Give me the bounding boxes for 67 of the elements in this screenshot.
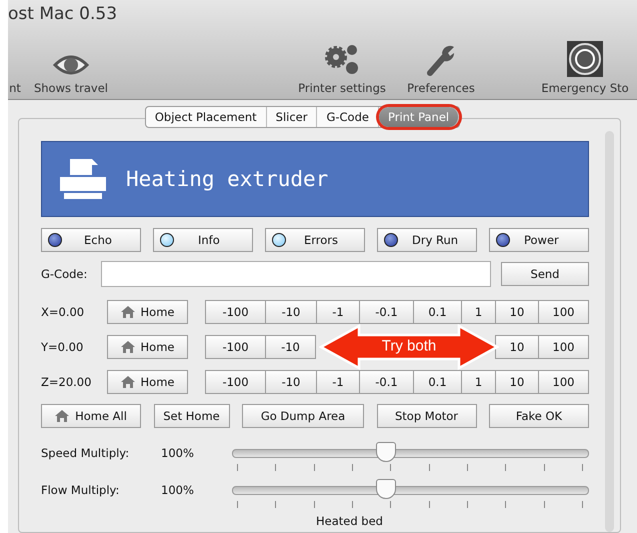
printer-icon — [60, 159, 106, 199]
scrollbar[interactable] — [605, 131, 614, 532]
home-button[interactable]: Home — [107, 370, 188, 394]
jog-button[interactable]: -100 — [205, 300, 265, 324]
action-button[interactable]: Go Dump Area — [242, 404, 364, 428]
toolbar-label[interactable]: Shows travel — [34, 81, 108, 95]
house-icon — [120, 376, 135, 388]
jog-button[interactable]: -10 — [265, 300, 316, 324]
house-icon — [120, 306, 135, 318]
section-label: Heated bed — [316, 514, 383, 528]
axis-position: X=0.00 — [41, 305, 86, 319]
action-button[interactable]: Home All — [41, 404, 141, 428]
tab[interactable]: Slicer — [266, 107, 318, 127]
slider-label: Flow Multiply: — [41, 483, 120, 497]
slider-label: Speed Multiply: — [41, 446, 130, 460]
annotation-label: Try both — [382, 338, 436, 355]
jog-button[interactable]: 10 — [495, 335, 538, 359]
home-button[interactable]: Home — [107, 300, 188, 324]
axis-position: Y=0.00 — [41, 340, 84, 354]
send-button[interactable]: Send — [501, 262, 589, 286]
jog-button[interactable]: -10 — [265, 335, 316, 359]
stop-icon — [567, 41, 603, 77]
action-button[interactable]: Fake OK — [489, 404, 589, 428]
gcode-input[interactable] — [101, 261, 491, 287]
gears-icon — [323, 43, 361, 77]
window-title: ost Mac 0.53 — [8, 3, 118, 26]
jog-button[interactable]: -0.1 — [359, 300, 413, 324]
banner-title: Heating extruder — [126, 167, 328, 191]
jog-button[interactable]: -10 — [265, 370, 316, 394]
toggle-button[interactable]: Power — [489, 228, 589, 252]
house-icon — [55, 410, 70, 422]
jog-button[interactable]: 10 — [495, 300, 538, 324]
action-button[interactable]: Stop Motor — [376, 404, 476, 428]
toolbar-label[interactable]: nt — [9, 81, 21, 95]
tab[interactable]: Object Placement — [146, 107, 267, 127]
jog-button[interactable]: 0.1 — [413, 370, 461, 394]
action-button[interactable]: Set Home — [154, 404, 230, 428]
slider-thumb[interactable] — [376, 442, 396, 462]
axis-position: Z=20.00 — [41, 375, 92, 389]
jog-button[interactable]: 1 — [461, 370, 495, 394]
toggle-button[interactable]: Dry Run — [377, 228, 477, 252]
jog-button[interactable]: 100 — [538, 370, 589, 394]
jog-button[interactable]: -1 — [316, 370, 359, 394]
jog-button[interactable]: 100 — [538, 335, 589, 359]
jog-button[interactable]: -100 — [205, 370, 265, 394]
jog-button[interactable]: 0.1 — [413, 300, 461, 324]
slider-reading: 100% — [161, 446, 194, 460]
jog-button[interactable]: 1 — [461, 300, 495, 324]
toolbar-label[interactable]: Printer settings — [298, 81, 386, 95]
toolbar-label[interactable]: Preferences — [407, 81, 475, 95]
tab[interactable]: Print Panel — [378, 107, 460, 127]
toggle-button[interactable]: Errors — [265, 228, 365, 252]
slider-reading: 100% — [161, 483, 194, 497]
home-button[interactable]: Home — [107, 335, 188, 359]
jog-button[interactable]: -1 — [316, 300, 359, 324]
gcode-label: G-Code: — [41, 267, 88, 281]
house-icon — [120, 341, 135, 353]
toggle-button[interactable]: Echo — [41, 228, 141, 252]
jog-button[interactable]: 10 — [495, 370, 538, 394]
jog-button[interactable]: -100 — [205, 335, 265, 359]
jog-button[interactable]: -0.1 — [359, 370, 413, 394]
toolbar-label[interactable]: Emergency Sto — [541, 81, 629, 95]
slider-thumb[interactable] — [376, 479, 396, 499]
wrench-icon — [426, 43, 456, 77]
toggle-button[interactable]: Info — [153, 228, 253, 252]
eye-icon — [53, 53, 89, 77]
jog-button[interactable]: 100 — [538, 300, 589, 324]
